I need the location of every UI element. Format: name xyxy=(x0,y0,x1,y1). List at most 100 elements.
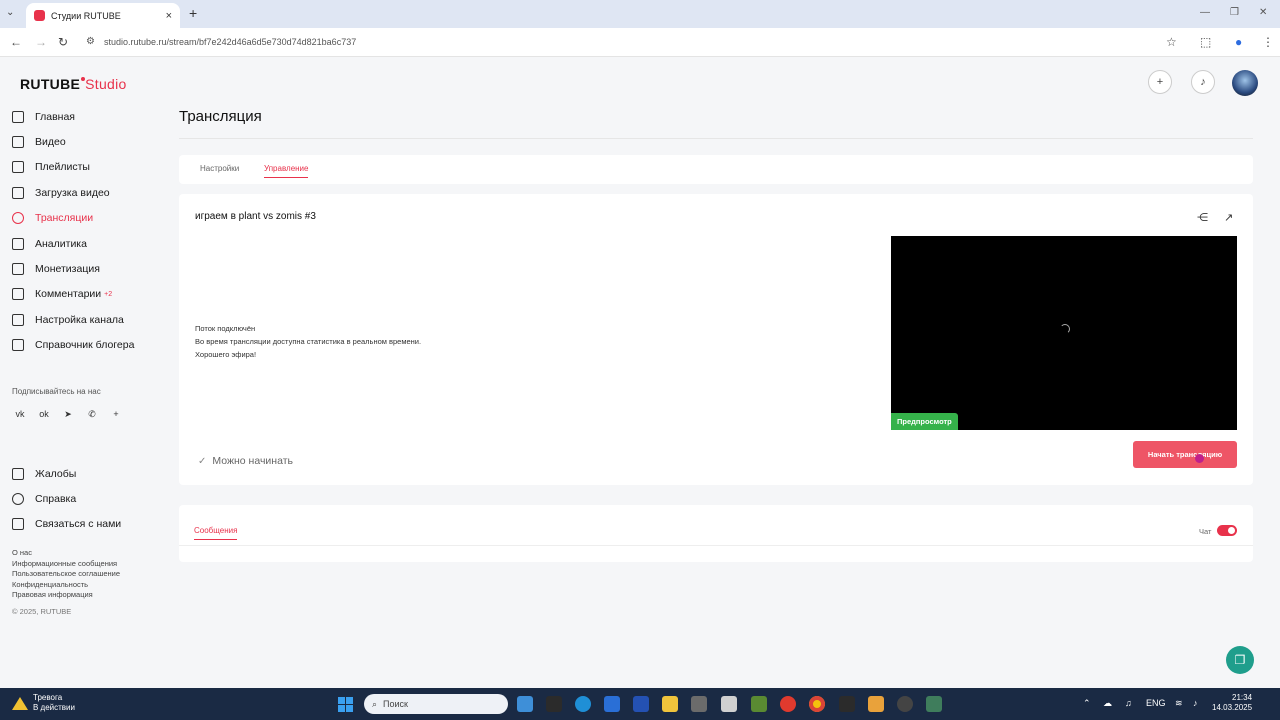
notifications-icon[interactable]: ♪ xyxy=(1191,70,1215,94)
url-field[interactable]: ⚙ studio.rutube.ru/stream/bf7e242d46a6d5… xyxy=(80,32,1192,52)
sidebar-item-video[interactable]: Видео xyxy=(12,129,152,154)
footer-link-legal[interactable]: Правовая информация xyxy=(12,590,120,601)
subscribe-label: Подписывайтесь на нас xyxy=(12,387,101,396)
chrome-icon[interactable] xyxy=(809,696,825,712)
sidebar-item-help[interactable]: Справка xyxy=(12,486,152,511)
sidebar-item-broadcasts[interactable]: Трансляции xyxy=(12,206,152,231)
stream-tabs: Настройки Управление xyxy=(179,155,1253,184)
sidebar-item-monetization[interactable]: Монетизация xyxy=(12,256,152,281)
support-chat-button[interactable]: ❐ xyxy=(1226,646,1254,674)
taskbar-app-icon[interactable] xyxy=(839,696,855,712)
taskbar-search-input[interactable]: ⌕ Поиск xyxy=(364,694,508,714)
new-tab-icon[interactable]: + xyxy=(189,5,197,21)
logo-sub: Studio xyxy=(85,76,127,92)
telegram-icon[interactable]: ➤ xyxy=(60,407,76,421)
messages-card: Сообщения Чат xyxy=(179,505,1253,562)
tab-search-icon[interactable]: ⌄ xyxy=(6,7,14,18)
sidebar-item-channel-settings[interactable]: Настройка канала xyxy=(12,307,152,332)
sidebar-item-comments[interactable]: Комментарии +2 xyxy=(12,282,152,307)
language-indicator[interactable]: ENG xyxy=(1146,698,1166,708)
sidebar-item-contact[interactable]: Связаться с нами xyxy=(12,512,152,537)
yandex-browser-icon[interactable] xyxy=(780,696,796,712)
profile-icon[interactable]: ● xyxy=(1235,35,1242,49)
obs-icon[interactable] xyxy=(897,696,913,712)
comments-badge: +2 xyxy=(104,290,113,298)
sidebar-item-upload[interactable]: Загрузка видео xyxy=(12,180,152,205)
ready-text: Можно начинать xyxy=(212,455,293,467)
warning-icon xyxy=(12,696,28,710)
start-stream-button[interactable]: Начать трансляцию xyxy=(1133,441,1237,468)
sidebar-item-complaints[interactable]: Жалобы xyxy=(12,461,152,486)
extensions-icon[interactable]: ⬚ xyxy=(1200,35,1211,49)
broadcast-icon xyxy=(12,212,24,225)
avatar[interactable] xyxy=(1232,70,1258,96)
home-icon xyxy=(12,110,24,123)
site-info-icon[interactable]: ⚙ xyxy=(86,36,95,47)
divider xyxy=(179,545,1253,546)
taskbar-app-icon[interactable] xyxy=(926,696,942,712)
forward-icon[interactable]: → xyxy=(35,35,47,49)
alert-sub: В действии xyxy=(33,703,75,712)
share-icon[interactable]: ⋲ xyxy=(1197,211,1208,224)
browser-tab[interactable]: Студии RUTUBE × xyxy=(26,3,180,28)
stream-status: Поток подключён Во время трансляции дост… xyxy=(195,322,421,361)
vk-icon[interactable]: vk xyxy=(12,407,28,421)
viber-icon[interactable]: ✆ xyxy=(84,407,100,421)
taskbar-app-icon[interactable] xyxy=(691,696,707,712)
volume-icon[interactable]: ♪ xyxy=(1193,698,1198,708)
taskbar-app-icon[interactable] xyxy=(633,696,649,712)
footer-links: О нас Информационные сообщения Пользоват… xyxy=(12,548,120,601)
close-tab-icon[interactable]: × xyxy=(166,10,172,22)
add-content-icon[interactable]: + xyxy=(1148,70,1172,94)
sidebar-item-label: Аналитика xyxy=(35,237,87,250)
stream-preview-player[interactable]: Предпросмотр xyxy=(891,236,1237,430)
playlist-icon xyxy=(12,161,24,174)
maximize-icon[interactable]: ❐ xyxy=(1230,7,1239,18)
handbook-icon xyxy=(12,339,24,352)
reload-icon[interactable]: ↻ xyxy=(58,35,68,49)
rutube-studio-logo[interactable]: RUTUBE Studio xyxy=(20,76,127,92)
windows-start-icon[interactable] xyxy=(338,697,353,712)
minecraft-icon[interactable] xyxy=(751,696,767,712)
search-placeholder: Поиск xyxy=(383,699,408,709)
footer-link-privacy[interactable]: Конфиденциальность xyxy=(12,580,120,591)
open-external-icon[interactable]: ↗ xyxy=(1224,211,1233,224)
microphone-icon[interactable]: ♫ xyxy=(1125,698,1132,708)
sidebar-item-label: Загрузка видео xyxy=(35,186,110,199)
more-socials-icon[interactable]: + xyxy=(108,407,124,421)
file-explorer-icon[interactable] xyxy=(662,696,678,712)
footer-link-agreement[interactable]: Пользовательское соглашение xyxy=(12,569,120,580)
store-icon[interactable] xyxy=(604,696,620,712)
copyright: © 2025, RUTUBE xyxy=(12,607,72,616)
sidebar-item-handbook[interactable]: Справочник блогера xyxy=(12,333,152,358)
taskbar-app-icon[interactable] xyxy=(546,696,562,712)
channel-settings-icon xyxy=(12,313,24,326)
flag-icon xyxy=(12,467,24,480)
tray-overflow-icon[interactable]: ⌃ xyxy=(1083,698,1091,709)
tray-app-icon[interactable]: ☁ xyxy=(1103,698,1112,709)
minimize-icon[interactable]: — xyxy=(1200,7,1210,18)
sidebar-item-playlists[interactable]: Плейлисты xyxy=(12,155,152,180)
sidebar-item-analytics[interactable]: Аналитика xyxy=(12,231,152,256)
window-close-icon[interactable]: ✕ xyxy=(1259,7,1267,18)
taskbar-app-icon[interactable] xyxy=(868,696,884,712)
back-icon[interactable]: ← xyxy=(10,35,22,49)
tab-settings[interactable]: Настройки xyxy=(200,164,239,173)
wifi-icon[interactable]: ≋ xyxy=(1175,698,1183,709)
taskbar-app-icon[interactable] xyxy=(517,696,533,712)
weather-alert-widget[interactable]: Тревога В действии xyxy=(12,693,75,713)
sidebar-item-label: Трансляции xyxy=(35,212,94,225)
footer-link-about[interactable]: О нас xyxy=(12,548,120,559)
browser-menu-icon[interactable]: ⋮ xyxy=(1262,35,1274,49)
ok-icon[interactable]: ok xyxy=(36,407,52,421)
edge-icon[interactable] xyxy=(575,696,591,712)
tab-manage[interactable]: Управление xyxy=(264,164,309,178)
bookmark-star-icon[interactable]: ☆ xyxy=(1166,35,1177,49)
system-clock[interactable]: 21:34 14.03.2025 xyxy=(1212,693,1252,713)
sidebar-item-home[interactable]: Главная xyxy=(12,104,152,129)
taskbar-app-icon[interactable] xyxy=(721,696,737,712)
stream-title: играем в plant vs zomis #3 xyxy=(195,211,316,222)
chat-toggle[interactable] xyxy=(1217,525,1237,536)
tab-messages[interactable]: Сообщения xyxy=(194,526,238,540)
footer-link-info[interactable]: Информационные сообщения xyxy=(12,559,120,570)
